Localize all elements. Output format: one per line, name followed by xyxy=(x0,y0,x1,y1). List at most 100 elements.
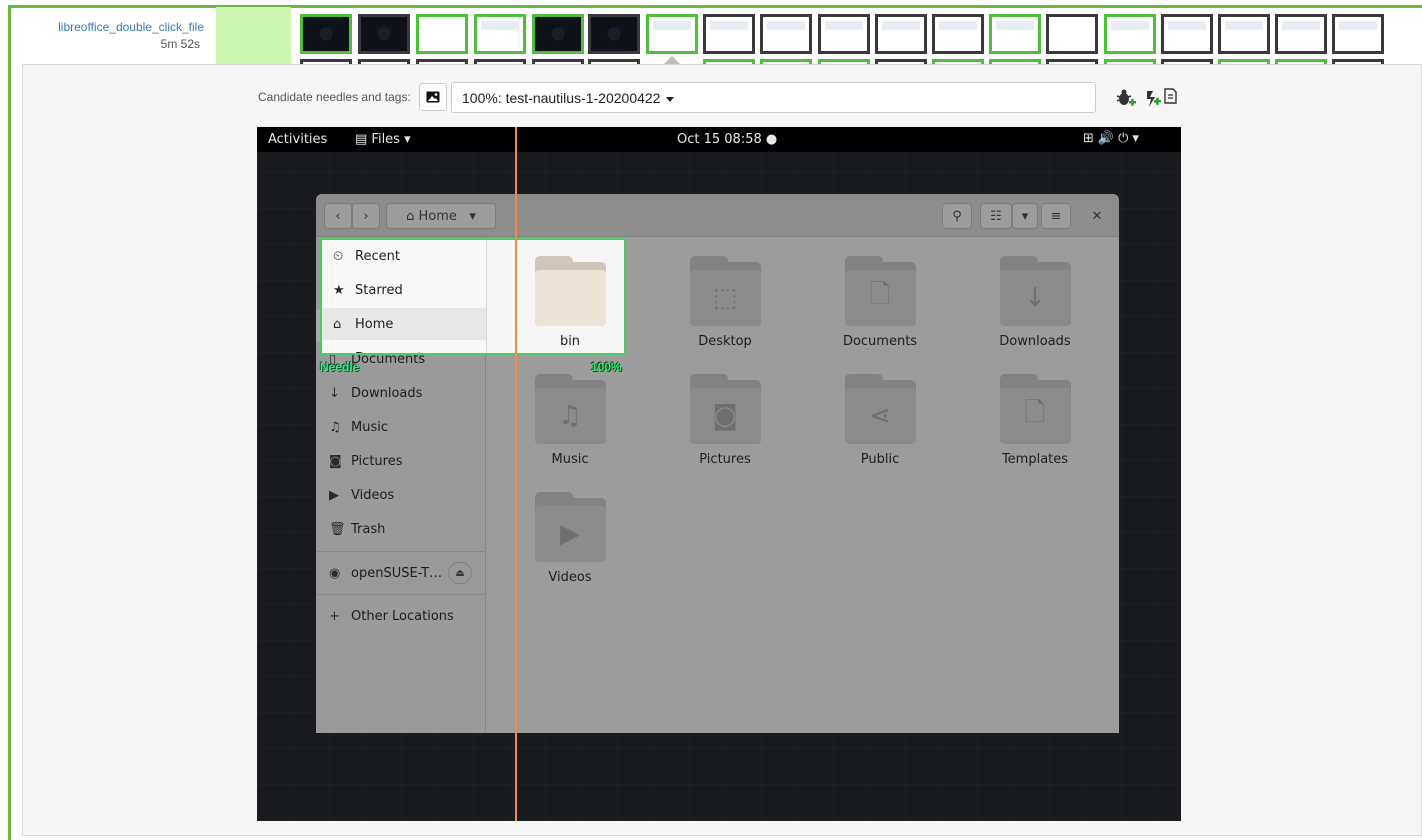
forward-button[interactable]: › xyxy=(352,203,380,229)
thumbnail[interactable] xyxy=(416,14,468,54)
folder-label: Desktop xyxy=(698,334,752,349)
screenshot-thumbnail-strip xyxy=(298,10,1384,65)
clock-label: Oct 15 08:58 xyxy=(677,132,762,147)
folder-icon: ♫ xyxy=(534,374,606,444)
screenshot-detail-panel: Candidate needles and tags: 100%: test-n… xyxy=(22,64,1422,836)
thumbnail[interactable] xyxy=(532,14,584,54)
video-icon: ▶ xyxy=(534,506,606,562)
folder-public[interactable]: ⋖ Public xyxy=(820,374,940,467)
close-button[interactable]: ✕ xyxy=(1084,203,1110,229)
close-icon: ✕ xyxy=(1091,208,1103,224)
share-icon: ⋖ xyxy=(844,388,916,444)
back-button[interactable]: ‹ xyxy=(324,203,352,229)
screenshot-divider-handle[interactable] xyxy=(515,127,517,821)
location-label: Home xyxy=(418,208,457,224)
disc-icon: ◉ xyxy=(329,565,341,581)
create-needle-button[interactable] xyxy=(1145,87,1181,109)
thumbnail[interactable] xyxy=(358,14,410,54)
search-icon: ⚲ xyxy=(952,208,962,224)
menu-button[interactable]: ≡ xyxy=(1041,203,1071,229)
folder-label: Music xyxy=(551,452,589,467)
folder-icon: 🗋 xyxy=(999,374,1071,444)
thumbnail[interactable] xyxy=(1275,14,1327,54)
template-icon: 🗋 xyxy=(999,388,1071,444)
chevron-right-icon: › xyxy=(363,208,369,224)
thumbnail[interactable] xyxy=(760,14,812,54)
sidebar-item-label: Videos xyxy=(351,487,395,503)
clock[interactable]: Oct 15 08:58 ● xyxy=(677,132,777,147)
folder-icon: ⋖ xyxy=(844,374,916,444)
thumbnail[interactable] xyxy=(932,14,984,54)
report-bug-button[interactable] xyxy=(1115,87,1137,109)
folder-icon: ◙ xyxy=(689,374,761,444)
folder-documents[interactable]: 🗋 Documents xyxy=(820,256,940,349)
sidebar-item-other-locations[interactable]: + Other Locations xyxy=(316,600,486,632)
video-icon: ▶ xyxy=(329,487,339,503)
view-options-button[interactable]: ▾ xyxy=(1012,203,1038,229)
candidate-selected-value: 100%: test-nautilus-1-20200422 xyxy=(462,90,661,106)
thumbnail[interactable] xyxy=(474,14,526,54)
sidebar-item-videos[interactable]: ▶ Videos xyxy=(316,479,486,511)
folder-videos[interactable]: ▶ Videos xyxy=(510,492,630,585)
thumbnail[interactable] xyxy=(588,14,640,54)
thumbnail[interactable] xyxy=(646,14,698,54)
folder-pictures[interactable]: ◙ Pictures xyxy=(665,374,785,467)
vm-screenshot[interactable]: Activities ▤ Files ▾ Oct 15 08:58 ● ⊞🔊⏻▾… xyxy=(257,127,1181,821)
candidate-needle-select[interactable]: 100%: test-nautilus-1-20200422 xyxy=(451,82,1096,113)
test-name-link[interactable]: libreoffice_double_click_file xyxy=(14,20,204,34)
sidebar-item-label: Other Locations xyxy=(351,608,454,624)
music-icon: ♫ xyxy=(534,388,606,444)
thumbnail[interactable] xyxy=(703,14,755,54)
app-menu-label: Files xyxy=(371,132,400,147)
thumbnail[interactable] xyxy=(1161,14,1213,54)
sidebar-item-downloads[interactable]: ↓ Downloads xyxy=(316,377,486,409)
needle-plus-icon xyxy=(1147,88,1177,107)
eject-button[interactable]: ⏏ xyxy=(448,562,472,584)
sidebar-item-label: Downloads xyxy=(351,385,423,401)
candidates-label: Candidate needles and tags: xyxy=(258,90,411,104)
desktop-icon: ⬚ xyxy=(689,270,761,326)
folder-label: Templates xyxy=(1001,452,1069,467)
sidebar-divider xyxy=(316,594,486,595)
download-icon: ↓ xyxy=(999,270,1071,326)
location-bar[interactable]: ⌂ Home ▾ xyxy=(386,203,496,229)
thumbnail[interactable] xyxy=(1218,14,1270,54)
thumbnail[interactable] xyxy=(1046,14,1098,54)
document-icon: 🗋 xyxy=(844,270,916,326)
folder-music[interactable]: ♫ Music xyxy=(510,374,630,467)
image-toggle-button[interactable] xyxy=(419,83,447,111)
thumbnail[interactable] xyxy=(300,14,352,54)
folder-icon: ⬚ xyxy=(689,256,761,326)
thumbnail[interactable] xyxy=(1332,14,1384,54)
caret-down-icon xyxy=(666,96,675,102)
chevron-down-icon: ▾ xyxy=(1021,208,1029,224)
thumbnail[interactable] xyxy=(818,14,870,54)
gnome-top-bar: Activities ▤ Files ▾ Oct 15 08:58 ● ⊞🔊⏻▾ xyxy=(257,127,1181,152)
sidebar-item-pictures[interactable]: ◙ Pictures xyxy=(316,445,486,477)
folder-templates[interactable]: 🗋 Templates xyxy=(975,374,1095,467)
activities-button[interactable]: Activities xyxy=(268,132,327,147)
folder-desktop[interactable]: ⬚ Desktop xyxy=(665,256,785,349)
hamburger-icon: ≡ xyxy=(1050,208,1062,224)
camera-icon: ◙ xyxy=(689,388,761,444)
folder-label: Downloads xyxy=(999,334,1071,349)
folder-icon: 🗋 xyxy=(844,256,916,326)
camera-icon: ◙ xyxy=(329,453,342,469)
folder-label: Videos xyxy=(548,570,592,585)
app-menu-files[interactable]: ▤ Files ▾ xyxy=(355,132,411,147)
sidebar-item-label: Pictures xyxy=(351,453,403,469)
thumbnail[interactable] xyxy=(875,14,927,54)
folder-label: Pictures xyxy=(699,452,751,467)
folder-icon: ▶ xyxy=(534,492,606,562)
folder-downloads[interactable]: ↓ Downloads xyxy=(975,256,1095,349)
search-button[interactable]: ⚲ xyxy=(942,203,972,229)
home-icon: ⌂ xyxy=(406,208,415,224)
view-list-button[interactable]: ☷ xyxy=(980,203,1012,229)
sidebar-item-music[interactable]: ♫ Music xyxy=(316,411,486,443)
selected-thumbnail-marker xyxy=(664,56,680,64)
thumbnail[interactable] xyxy=(1104,14,1156,54)
system-menu[interactable]: ⊞🔊⏻▾ xyxy=(1083,131,1143,146)
thumbnail[interactable] xyxy=(989,14,1041,54)
sidebar-item-trash[interactable]: 🗑 Trash xyxy=(316,513,486,545)
music-icon: ♫ xyxy=(329,419,341,435)
